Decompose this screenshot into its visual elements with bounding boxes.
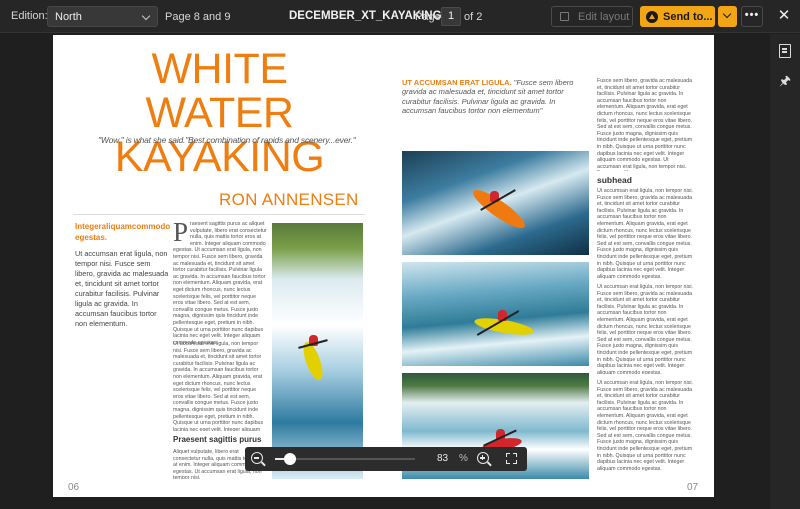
body-text: Ut accumsan erat ligula, non tempor nisi… [597,380,693,472]
body-text: Ut accumsan erat ligula, non tempor nisi… [597,188,693,280]
photo-kayak-2 [402,262,589,366]
page-number-input[interactable]: 1 [441,7,461,26]
lead-body: Ut accumsan erat ligula, non tempor nisi… [75,249,169,328]
send-options-dropdown-button[interactable] [718,6,737,27]
edit-layout-button[interactable]: Edit layout [551,6,633,27]
body-column-right-2: Ut accumsan erat ligula, non tempor nisi… [597,188,693,280]
page-total: of 2 [464,11,483,23]
article-quote: "Wow." is what she said."Best combinatio… [98,135,356,145]
edition-select-value: North [55,10,82,23]
pin-icon[interactable]: 🖈 [779,74,791,88]
article-headline: WHITE WATER KAYAKING [114,45,325,181]
chevron-down-icon [722,9,732,19]
divider [73,214,365,215]
photo-kayak-1 [402,151,589,255]
page-number-left: 06 [68,482,80,493]
more-options-button[interactable]: ••• [741,6,763,27]
zoom-bar: 83 % [245,447,527,471]
body-text: Fusce sem libero, gravida ac malesuada e… [597,78,693,171]
page-range-text: Page 8 and 9 [165,11,231,23]
upload-icon [646,10,658,23]
close-button[interactable]: ✕ [775,7,793,25]
drop-cap: P [173,221,189,247]
edition-select[interactable]: North [47,6,158,27]
zoom-slider-handle[interactable] [284,453,297,465]
edit-icon [560,12,569,21]
body-text: Ut accumsan erat ligula, non tempor nisi… [173,341,264,431]
page-number-right: 07 [687,482,699,493]
article-author: RON ANNENSEN [219,190,359,209]
body-column-right-3: Ut accumsan erat ligula, non tempor nisi… [597,284,693,374]
body-column-right-1: Fusce sem libero, gravida ac malesuada e… [597,78,693,171]
document-icon[interactable] [779,44,791,58]
body-text: Ut accumsan erat ligula, non tempor nisi… [597,284,693,374]
chevron-down-icon [141,11,151,21]
pull-quote: UT ACCUMSAN ERAT LIGULA. "Fusce sem libe… [402,78,588,116]
zoom-out-icon[interactable] [251,452,263,464]
zoom-level[interactable]: 83 [437,453,448,464]
page-label: Page: [415,11,444,23]
body-column-1b: Ut accumsan erat ligula, non tempor nisi… [173,341,267,431]
top-toolbar: Edition: North Page 8 and 9 DECEMBER_XT_… [0,0,800,33]
column-subhead: subhead [597,175,632,185]
photo-waterfall-kayak [272,223,363,479]
zoom-slider[interactable] [275,453,415,465]
zoom-unit: % [459,453,468,464]
edition-label: Edition: [11,10,48,22]
page-spread: WHITE WATER KAYAKING "Wow." is what she … [53,35,714,497]
send-to-button[interactable]: Send to... [640,6,715,27]
fit-to-screen-icon[interactable] [506,453,517,464]
zoom-in-icon[interactable] [477,452,489,464]
edit-layout-label: Edit layout [578,10,630,23]
column-subtitle: Praesent sagittis purus [173,435,262,444]
lead-title: Integeraliquamcommodo egestas. [75,222,171,242]
kayak [469,184,529,234]
send-to-label: Send to... [663,10,713,23]
pull-quote-lead: UT ACCUMSAN ERAT LIGULA. [402,78,512,87]
right-side-rail: 🖈 [770,34,800,509]
body-column-right-4: Ut accumsan erat ligula, non tempor nisi… [597,380,693,478]
